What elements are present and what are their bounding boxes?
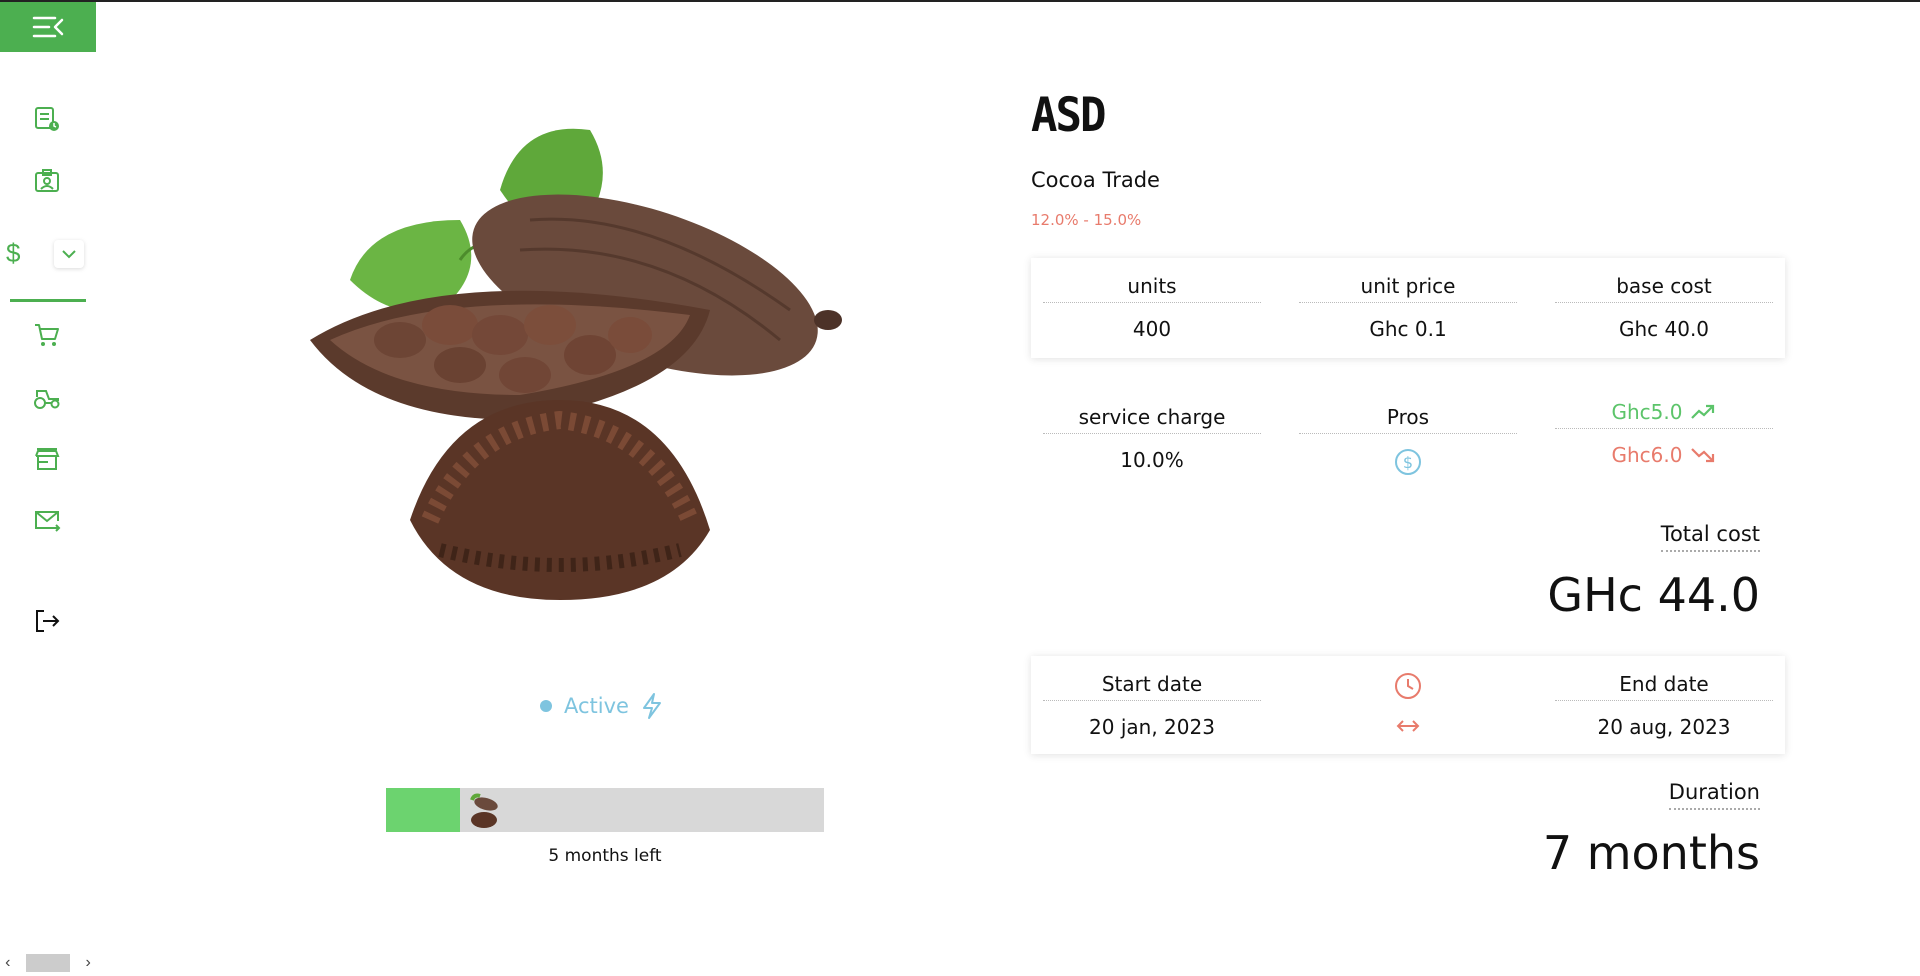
unit-price-value: Ghc 0.1 [1369,317,1447,341]
service-charge-column: service charge 10.0% [1043,405,1261,472]
gain-loss-column: Ghc5.0 Ghc6.0 [1555,400,1773,467]
pros-label: Pros [1299,405,1517,434]
dollar-icon[interactable]: $ [6,238,20,269]
dates-card: Start date 20 jan, 2023 End date 20 aug,… [1031,656,1785,754]
start-date-value: 20 jan, 2023 [1089,715,1215,739]
logout-icon [36,610,60,632]
trend-up-icon [1691,404,1715,419]
gain-row: Ghc5.0 [1555,400,1773,429]
finance-dropdown-toggle[interactable] [54,240,84,268]
menu-collapse-button[interactable] [0,2,96,52]
tractor-icon [34,390,60,409]
status-dot [540,700,552,712]
cart-icon [35,324,59,346]
product-subtitle: Cocoa Trade [1031,168,1160,192]
dollar-circle-icon: $ [1395,449,1421,475]
clock-wrapper [1299,672,1517,699]
report-clock-icon [35,107,59,131]
product-title: ASD [1031,87,1106,144]
mail-send-icon [35,511,61,532]
end-date-value: 20 aug, 2023 [1597,715,1731,739]
horizontal-scrollbar[interactable]: ‹ › [0,952,96,974]
pros-value: $ [1299,448,1517,481]
units-value: 400 [1132,317,1172,341]
total-cost-value: GHc 44.0 [1547,568,1760,622]
unit-price-column: unit price Ghc 0.1 [1299,274,1517,341]
start-date-column: Start date 20 jan, 2023 [1043,672,1261,739]
base-cost-label: base cost [1555,274,1773,303]
sidebar-item-messages[interactable] [32,505,62,535]
loss-value: Ghc6.0 [1611,443,1683,467]
sidebar-item-logout[interactable] [32,606,62,636]
status-label: Active [564,694,629,718]
progress-thumbnail [464,790,504,830]
store-icon [35,448,60,470]
return-range: 12.0% - 15.0% [1031,211,1142,229]
product-image [290,110,910,650]
sidebar-item-farm[interactable] [32,383,62,413]
base-cost-value: Ghc 40.0 [1618,317,1710,341]
pros-column: Pros $ [1299,405,1517,481]
progress-bar [386,788,824,832]
time-left-label: 5 months left [548,846,662,866]
progress-fill [386,788,460,832]
units-column: units 400 [1043,274,1261,341]
status-indicator: Active [540,692,663,720]
service-charge-value: 10.0% [1120,448,1184,472]
window-top-border [0,0,1920,2]
menu-collapse-icon [32,16,64,38]
loss-row: Ghc6.0 [1555,443,1773,467]
id-card-icon [35,169,59,192]
sidebar: $ [0,0,96,960]
sidebar-item-profile[interactable] [32,166,62,196]
duration-value: 7 months [1542,826,1760,880]
svg-text:$: $ [1403,453,1413,472]
total-cost-label: Total cost [1660,522,1760,552]
arrows-wrapper [1299,715,1517,739]
trend-down-icon [1691,448,1715,463]
sidebar-divider [10,299,86,302]
end-date-label: End date [1555,672,1773,701]
scroll-right-icon[interactable]: › [80,953,96,973]
unit-price-label: unit price [1299,274,1517,303]
cost-card: units 400 unit price Ghc 0.1 base cost G… [1031,258,1785,358]
duration-label: Duration [1668,780,1760,810]
start-date-label: Start date [1043,672,1261,701]
end-date-column: End date 20 aug, 2023 [1555,672,1773,739]
date-icons-column [1299,672,1517,739]
chevron-down-icon [62,250,76,259]
left-right-arrow-icon [1396,720,1420,732]
sidebar-item-cart[interactable] [32,320,62,350]
scroll-thumb[interactable] [25,954,71,972]
units-label: units [1043,274,1261,303]
gain-value: Ghc5.0 [1611,400,1683,424]
scroll-left-icon[interactable]: ‹ [0,953,16,973]
sidebar-item-reports[interactable] [32,104,62,134]
clock-icon [1395,673,1421,699]
service-charge-label: service charge [1043,405,1261,434]
sidebar-item-store[interactable] [32,444,62,474]
lightning-icon [642,693,661,719]
base-cost-column: base cost Ghc 40.0 [1555,274,1773,341]
